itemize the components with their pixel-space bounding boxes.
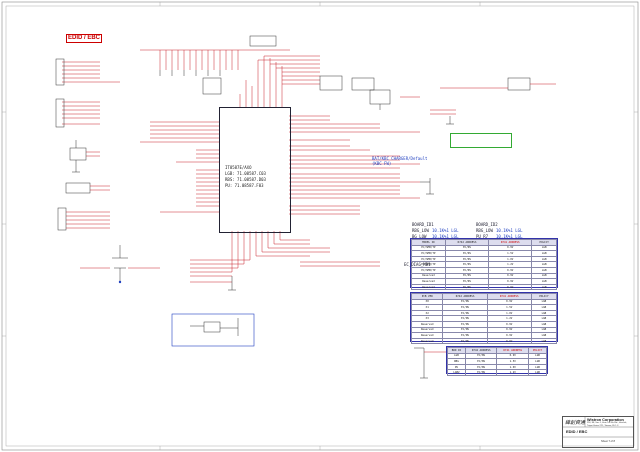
doc-title: EDID / EBC — [566, 429, 588, 434]
green-note-box — [450, 133, 512, 148]
board-id1-row1: RBG_LOW — [412, 228, 429, 233]
chip-left-pins — [140, 121, 219, 213]
model-id-table: MODEL ID R742 ADDRESS R741 ADDRESS POLIC… — [410, 238, 558, 291]
cell: EC/NS — [444, 283, 490, 291]
cell: Reserved — [410, 337, 444, 345]
pcb-ver-grid: PCB VER R742 ADDRESS R741 ADDRESS POLICY… — [410, 293, 558, 345]
company-logo: 緯創資通 — [565, 420, 586, 426]
board-id1-val1: 10.1K%1 LGL — [432, 228, 459, 233]
table-row: LGB2 EC/NS 1.2V LGB — [447, 369, 547, 376]
schematic-sheet: EDID / EBC IT8587E/AXO LGB: 71.08587.C03… — [0, 0, 640, 452]
model-id-grid: MODEL ID R742 ADDRESS R741 ADDRESS POLIC… — [411, 239, 557, 291]
board-id1-label: BOARD_ID1 — [412, 222, 434, 227]
cell: EC/NS — [464, 369, 498, 376]
chip-line-2: RBS: 71.08587.D03 — [225, 177, 266, 182]
sheet-title: EDID / EBC — [66, 34, 102, 43]
cell: 1.2V — [496, 369, 530, 376]
table-row: Reserved EC/NS 0.9V LGB — [411, 283, 557, 291]
ec-chip-body — [219, 107, 291, 233]
title-block: 緯創資通 Wistron Corporation 21F, 88, Sec.1,… — [562, 416, 634, 448]
cell: LGB — [531, 283, 557, 291]
company-address-2: Taipei Hsien 221, Taiwan, R.O.C. — [587, 424, 620, 427]
cell: LGB — [530, 337, 558, 345]
chip-right-pins — [289, 115, 420, 215]
cell: LGB2 — [447, 369, 466, 376]
pcb-ver-table: PCB VER R742 ADDRESS R741 ADDRESS POLICY… — [410, 292, 558, 345]
board-id2-val1: 10.1K%1 LGL — [496, 228, 523, 233]
board-id2-row1: RBG_LOW — [476, 228, 493, 233]
chip-part-name: IT8587E/AXO — [225, 165, 252, 170]
chip-bottom-pins — [190, 231, 380, 283]
cell: Reserved — [411, 283, 446, 291]
cell: 0.9V — [486, 337, 532, 345]
ec-diag-tag: EC_DIAG_MB1 — [404, 262, 431, 267]
board-id2-label: BOARD_ID2 — [476, 222, 498, 227]
chip-line-3: PU: 71.08587.F03 — [225, 183, 264, 188]
brd-id-grid: BRD ID R742 ADDRESS R741 ADDRESS POLICY … — [447, 347, 547, 376]
cell: EC/NS — [442, 337, 488, 345]
sheet-number: Sheet 7 of 8 — [601, 440, 615, 443]
brd-id-table: BRD ID R742 ADDRESS R741 ADDRESS POLICY … — [446, 346, 548, 376]
cell: 0.9V — [488, 283, 533, 291]
left-net-group-1 — [62, 61, 120, 83]
schematic-canvas — [1, 1, 639, 451]
chip-line-1: LGB: 71.08587.C03 — [225, 171, 266, 176]
blue-note-fw: (KBC FW) — [372, 161, 392, 166]
cell: LGB — [528, 369, 547, 376]
table-row: Reserved EC/NS 0.9V LGB — [410, 337, 558, 345]
left-net-group-2 — [62, 101, 100, 125]
